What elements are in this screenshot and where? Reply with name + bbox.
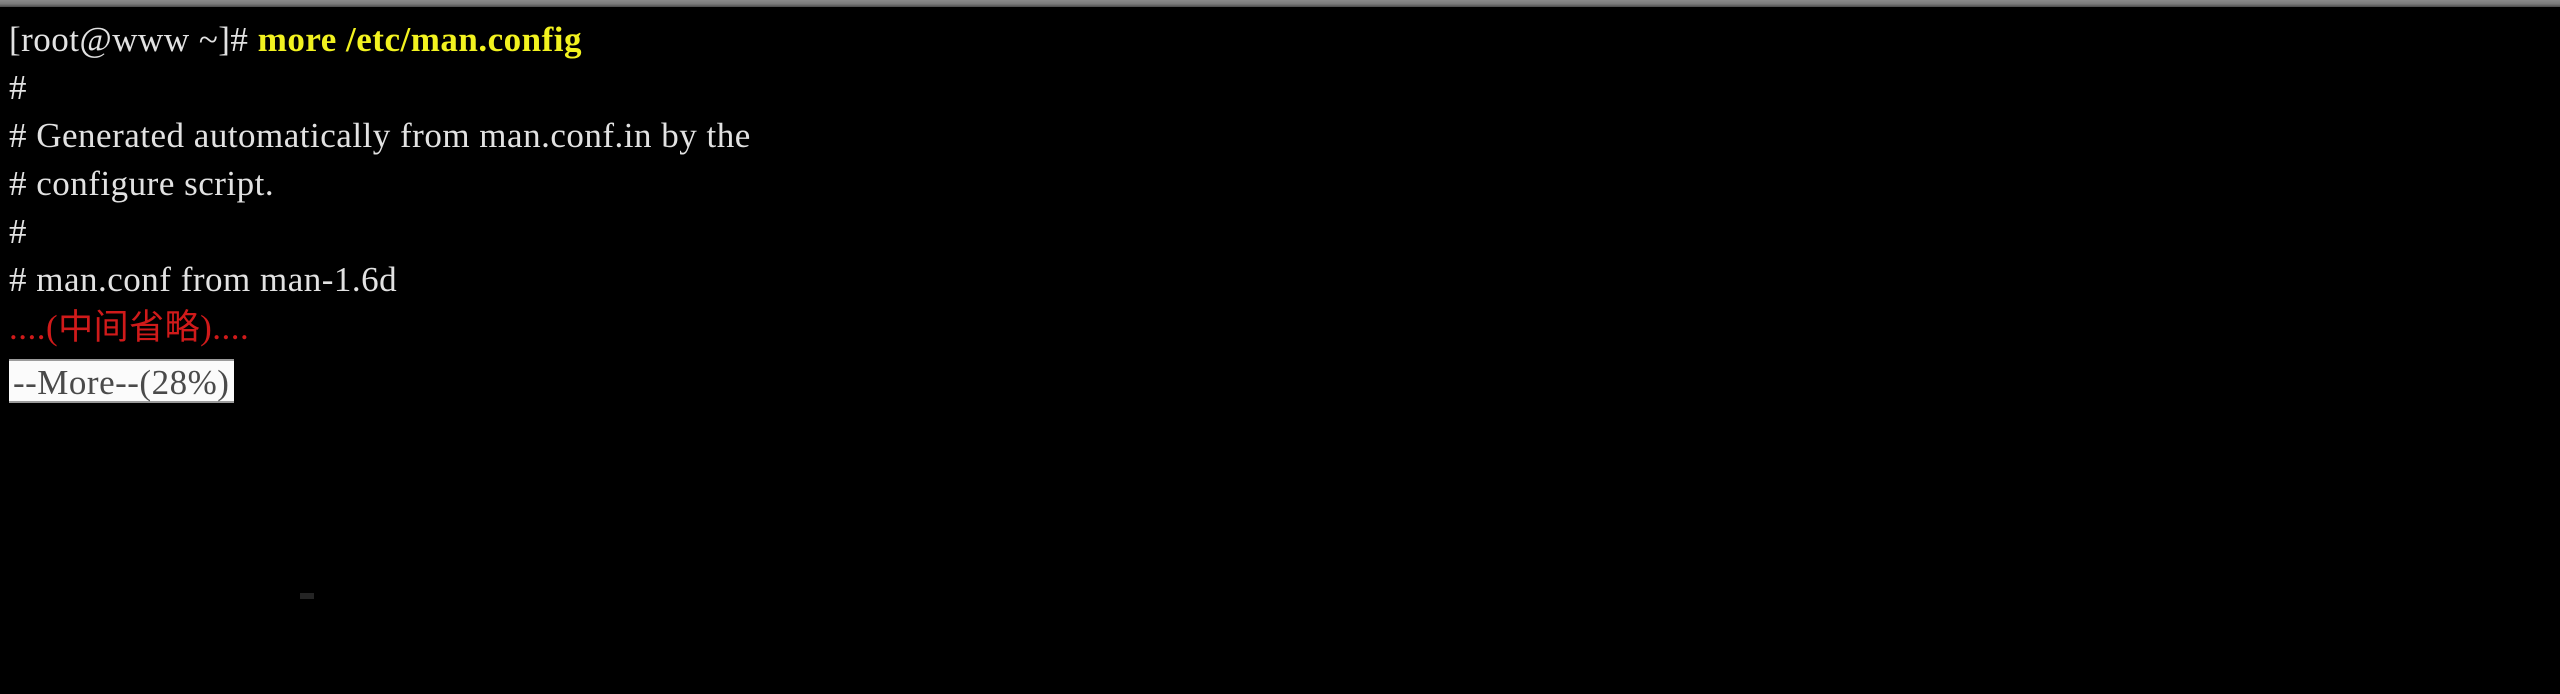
- output-line-text: # Generated automatically from man.conf.…: [9, 116, 751, 155]
- more-status-badge[interactable]: --More--(28%): [9, 358, 235, 403]
- terminal-screen[interactable]: [root@www ~]# more /etc/man.config # # G…: [0, 7, 2560, 694]
- output-line-text: #: [9, 212, 27, 251]
- window-top-border: [0, 0, 2560, 7]
- terminal-window[interactable]: [root@www ~]# more /etc/man.config # # G…: [0, 0, 2560, 694]
- output-line: #: [9, 208, 2560, 256]
- output-line: # man.conf from man-1.6d: [9, 256, 2560, 304]
- omission-note-text: ....(中间省略)....: [9, 308, 250, 347]
- command-text: more /etc/man.config: [257, 20, 582, 59]
- shell-prompt: [root@www ~]#: [9, 20, 258, 59]
- output-line: # configure script.: [9, 160, 2560, 208]
- cursor-artifact: [300, 593, 314, 599]
- output-line-text: #: [9, 68, 27, 107]
- output-line-text: # man.conf from man-1.6d: [9, 260, 398, 299]
- output-line-text: # configure script.: [9, 164, 275, 203]
- pager-status-line: --More--(28%): [9, 352, 2560, 404]
- output-line: #: [9, 64, 2560, 112]
- output-line: # Generated automatically from man.conf.…: [9, 112, 2560, 160]
- omission-note-line: ....(中间省略)....: [9, 304, 2560, 352]
- prompt-line: [root@www ~]# more /etc/man.config: [9, 16, 2560, 64]
